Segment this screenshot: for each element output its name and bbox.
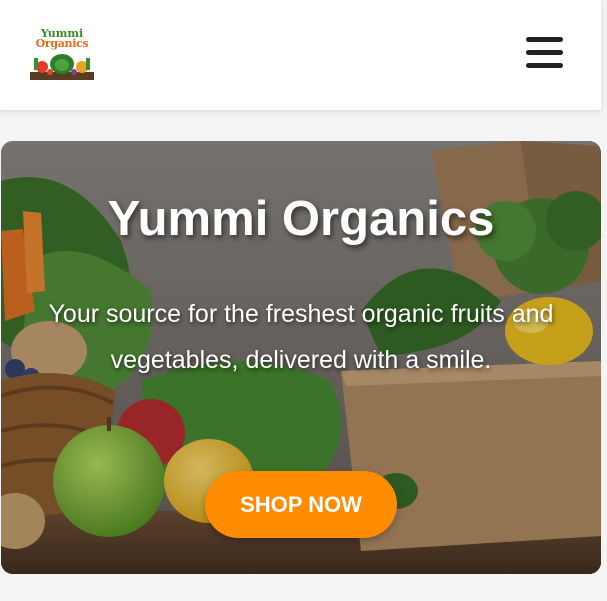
hero-subtitle: Your source for the freshest organic fru… <box>48 300 554 374</box>
shop-now-button[interactable]: SHOP NOW <box>205 471 397 538</box>
hamburger-menu-icon[interactable] <box>522 34 566 72</box>
menu-bar <box>526 50 563 55</box>
organic-farm-logo-icon <box>30 54 94 80</box>
site-header: Yummi Organics <box>0 0 601 110</box>
menu-bar <box>526 63 563 68</box>
hero-banner: Yummi Organics Your source for the fresh… <box>1 141 601 574</box>
hero-title: Yummi Organics <box>107 192 495 246</box>
site-logo[interactable]: Yummi Organics <box>28 28 96 84</box>
menu-bar <box>526 37 563 42</box>
